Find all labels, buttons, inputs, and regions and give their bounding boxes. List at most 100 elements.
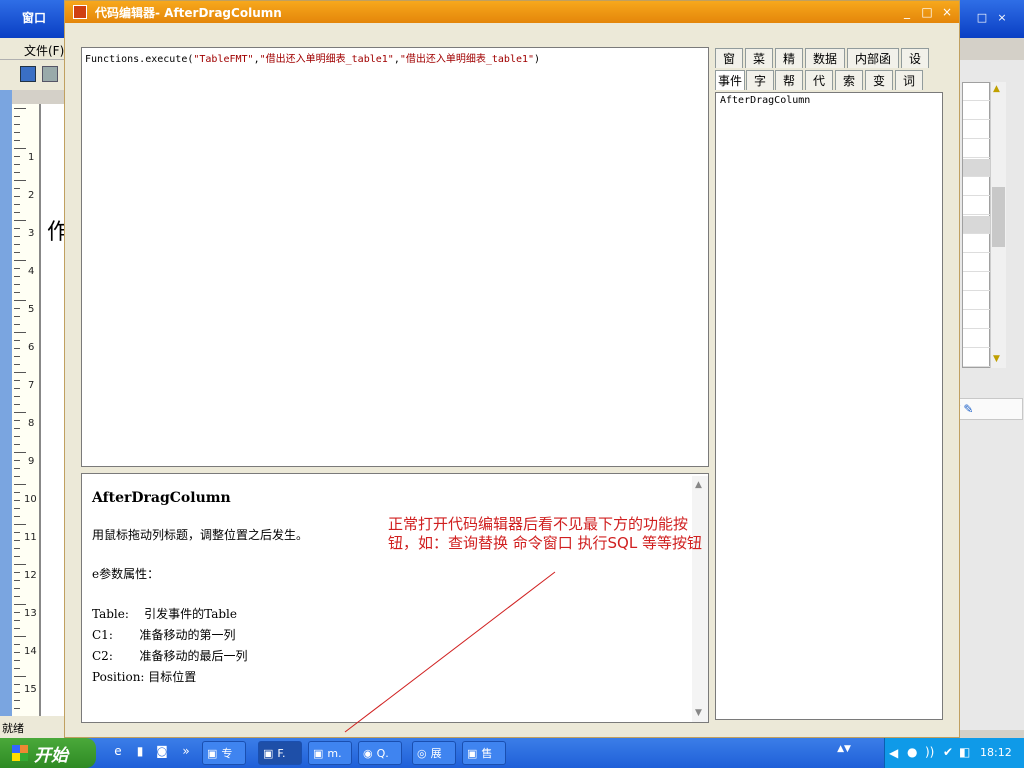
ruler-number: 8 <box>28 418 35 429</box>
scroll-down-icon[interactable]: ▼ <box>993 354 1000 364</box>
table-row[interactable] <box>963 254 991 272</box>
table-row[interactable] <box>963 235 991 253</box>
scroll-up-icon[interactable]: ▲ <box>993 84 1000 94</box>
scroll-up-icon[interactable]: ▲ <box>695 480 702 490</box>
menu-file[interactable]: 文件(F) <box>24 42 64 59</box>
tab-variables[interactable]: 变量 <box>865 70 893 108</box>
maximize-button[interactable]: □ <box>919 5 935 19</box>
ruler-tick <box>14 220 26 221</box>
ruler-tick <box>14 156 20 157</box>
scroll-thumb[interactable] <box>992 187 1005 247</box>
ruler-tick <box>14 676 26 677</box>
ruler-tick <box>14 116 20 117</box>
ruler-number: 6 <box>28 342 35 353</box>
background-statusbar: 就绪 <box>0 716 64 738</box>
ruler-number: 5 <box>28 304 35 315</box>
table-row[interactable] <box>963 311 991 329</box>
taskbar-item[interactable]: ◎ 展 <box>412 741 456 765</box>
table-row[interactable] <box>963 178 991 196</box>
tab-help[interactable]: 帮助 <box>775 70 803 108</box>
table-row[interactable] <box>963 159 991 177</box>
background-toolbar <box>0 60 64 90</box>
minimize-button[interactable]: _ <box>899 5 915 19</box>
table-row[interactable] <box>963 83 991 101</box>
tab-wizard[interactable]: 精灵 <box>775 48 803 86</box>
background-scrollbar[interactable]: ▲ ▼ <box>990 82 1006 368</box>
table-row[interactable] <box>963 216 991 234</box>
taskbar-item[interactable]: ◉ Q. <box>358 741 402 765</box>
bg-maximize-icon[interactable]: □ <box>974 11 990 25</box>
table-row[interactable] <box>963 197 991 215</box>
taskbar-item[interactable]: ▣ F. <box>258 741 302 765</box>
toolbar-icon[interactable] <box>42 66 58 82</box>
ruler-tick <box>14 372 26 373</box>
ruler-tick <box>14 340 20 341</box>
tab-fields[interactable]: 字段 <box>746 70 774 108</box>
taskbar-item[interactable]: ▣ 专 <box>202 741 246 765</box>
quicklaunch-icon[interactable]: ▮ <box>132 744 148 760</box>
tab-vocabulary[interactable]: 词汇 <box>895 70 923 108</box>
scroll-down-icon[interactable]: ▼ <box>695 708 702 718</box>
save-icon[interactable] <box>20 66 36 82</box>
tab-builtin-functions[interactable]: 内部函数 <box>847 48 899 86</box>
tab-settings[interactable]: 设置 <box>901 48 929 86</box>
background-window-title: 窗口 <box>22 11 47 25</box>
ruler-tick <box>14 252 20 253</box>
background-window-controls: □ × <box>960 8 1024 30</box>
ruler-tick <box>14 236 20 237</box>
tab-window[interactable]: 窗口 <box>715 48 743 86</box>
quicklaunch-icon[interactable]: ◙ <box>154 744 170 760</box>
ruler-tick <box>14 420 20 421</box>
ruler-tick <box>14 388 20 389</box>
ruler-number: 12 <box>24 570 37 581</box>
ruler-tick <box>14 364 20 365</box>
tray-icon[interactable]: ◧ <box>959 745 970 759</box>
taskbar-item[interactable]: ▣ m. <box>308 741 352 765</box>
network-icon[interactable]: )) <box>925 745 934 759</box>
wrench-icon[interactable]: ✎ <box>963 402 973 416</box>
taskbar-scroll-icon[interactable]: ▲▼ <box>836 744 852 760</box>
close-button[interactable]: × <box>939 5 955 19</box>
tab-index[interactable]: 索引 <box>835 70 863 108</box>
table-row[interactable] <box>963 349 991 367</box>
dialog-titlebar[interactable]: 代码编辑器- AfterDragColumn _ □ × <box>65 1 959 23</box>
more-icon[interactable]: » <box>178 744 194 760</box>
table-row[interactable] <box>963 140 991 158</box>
ruler-tick <box>14 308 20 309</box>
table-row[interactable] <box>963 292 991 310</box>
ie-icon[interactable]: e <box>110 744 126 760</box>
list-item[interactable]: AfterDragColumn <box>720 95 938 106</box>
ruler-number: 9 <box>28 456 35 467</box>
ruler-tick <box>14 300 26 301</box>
ruler-tick <box>14 572 20 573</box>
ruler-tick <box>14 644 20 645</box>
chrome-icon: ◉ <box>363 746 373 760</box>
bg-close-icon[interactable]: × <box>994 11 1010 25</box>
ruler-number: 11 <box>24 532 37 543</box>
ruler-tick <box>14 588 20 589</box>
table-row[interactable] <box>963 121 991 139</box>
annotation-line <box>344 571 556 733</box>
table-row[interactable] <box>963 102 991 120</box>
ruler-number: 4 <box>28 266 35 277</box>
ruler-tick <box>14 348 20 349</box>
tab-code[interactable]: 代码 <box>805 70 833 108</box>
ruler-tick <box>14 604 26 605</box>
tab-menu[interactable]: 菜单 <box>745 48 773 86</box>
table-row[interactable] <box>963 330 991 348</box>
taskbar-item[interactable]: ▣ 售 <box>462 741 506 765</box>
ruler-tick <box>14 436 20 437</box>
ruler-number: 14 <box>24 646 37 657</box>
help-scrollbar[interactable]: ▲ ▼ <box>692 476 708 722</box>
start-button[interactable]: 开始 <box>0 738 96 768</box>
ruler-tick <box>14 180 26 181</box>
tray-expand-icon[interactable]: ◀ <box>889 746 898 760</box>
code-editor[interactable]: Functions.execute("TableFMT","借出还入单明细表_t… <box>81 47 709 467</box>
tab-datasource[interactable]: 数据源 <box>805 48 845 86</box>
tray-icon[interactable]: ✔ <box>943 745 953 759</box>
tab-events[interactable]: 事件 <box>715 70 745 90</box>
table-row[interactable] <box>963 273 991 291</box>
qq-icon[interactable]: ● <box>907 745 917 759</box>
code-suffix: ) <box>534 54 541 65</box>
ruler-tick <box>14 276 20 277</box>
